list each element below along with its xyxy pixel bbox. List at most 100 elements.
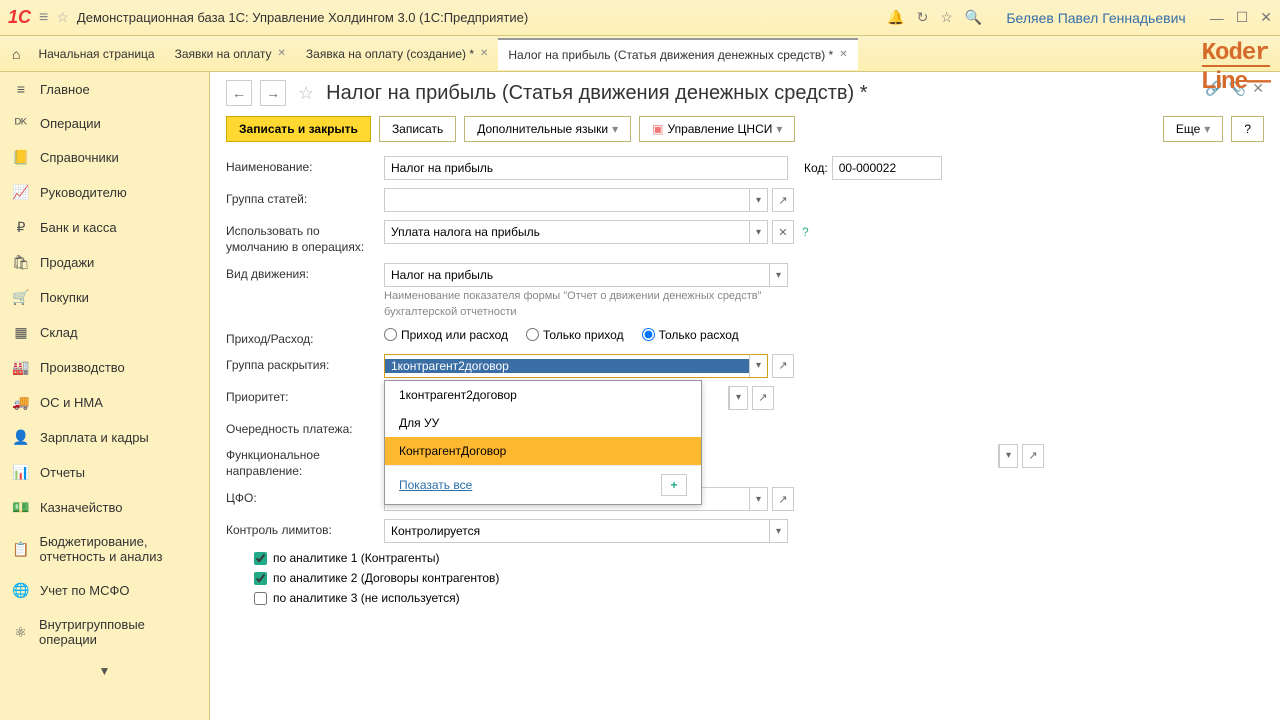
brand-watermark: KoderLine— xyxy=(1202,40,1270,96)
cfo-label: ЦФО: xyxy=(226,487,384,505)
nav-back[interactable]: ← xyxy=(226,80,252,106)
clipboard-icon: 📋 xyxy=(12,541,29,558)
maximize-icon[interactable]: ☐ xyxy=(1236,9,1249,26)
limit-label: Контроль лимитов: xyxy=(226,519,384,537)
code-input[interactable] xyxy=(832,156,942,180)
sidebar-item-operations[interactable]: ᴰᴷОперации xyxy=(0,106,209,140)
open-ref-button[interactable]: ↗ xyxy=(772,487,794,511)
tab-requests[interactable]: Заявки на оплату✕ xyxy=(165,39,296,69)
sidebar-item-treasury[interactable]: 💵Казначейство xyxy=(0,490,209,525)
sidebar-item-hr[interactable]: 👤Зарплата и кадры xyxy=(0,420,209,455)
history-icon[interactable]: ↻ xyxy=(917,9,929,26)
favorite-toggle[interactable]: ☆ xyxy=(298,83,314,104)
languages-button[interactable]: Дополнительные языки xyxy=(464,116,631,142)
flow-label: Приход/Расход: xyxy=(226,328,384,346)
chevron-down-icon[interactable]: ▾ xyxy=(749,221,767,243)
sidebar-item-main[interactable]: ≡Главное xyxy=(0,72,209,106)
favorite-icon[interactable]: ☆ xyxy=(940,9,953,26)
chevron-down-icon[interactable]: ▾ xyxy=(769,520,787,542)
star-icon[interactable]: ☆ xyxy=(56,9,69,26)
sidebar-item-budgeting[interactable]: 📋Бюджетирование, отчетность и анализ xyxy=(0,525,209,573)
open-ref-button[interactable]: ↗ xyxy=(752,386,774,410)
app-logo: 1С xyxy=(8,7,31,28)
sidebar-item-manager[interactable]: 📈Руководителю xyxy=(0,175,209,210)
bell-icon[interactable]: 🔔 xyxy=(887,9,904,26)
group-select[interactable]: ▾ xyxy=(384,188,768,212)
grid-icon: ▦ xyxy=(12,324,30,341)
titlebar: 1С ≡ ☆ Демонстрационная база 1С: Управле… xyxy=(0,0,1280,36)
dropdown-item[interactable]: 1контрагент2договор xyxy=(385,381,701,409)
show-all-link[interactable]: Показать все xyxy=(399,478,472,492)
tab-home[interactable]: Начальная страница xyxy=(28,39,164,69)
tab-request-create[interactable]: Заявка на оплату (создание) *✕ xyxy=(296,39,498,69)
page-title: Налог на прибыль (Статья движения денежн… xyxy=(326,82,867,105)
dropdown-item[interactable]: Для УУ xyxy=(385,409,701,437)
menu-icon: ≡ xyxy=(12,81,30,97)
open-ref-button[interactable]: ↗ xyxy=(1022,444,1044,468)
usage-select[interactable]: Уплата налога на прибыль▾ xyxy=(384,220,768,244)
analytics-3[interactable]: по аналитике 3 (не используется) xyxy=(254,591,1264,605)
usage-label: Использовать по умолчанию в операциях: xyxy=(226,220,384,255)
chart-icon: 📈 xyxy=(12,184,30,201)
sidebar-item-bank[interactable]: ₽Банк и касса xyxy=(0,210,209,245)
payment-order-label: Очередность платежа: xyxy=(226,418,384,436)
cart-icon: 🛒 xyxy=(12,289,30,306)
radio-expense[interactable]: Только расход xyxy=(642,328,739,342)
sidebar-item-sales[interactable]: 🛍Продажи xyxy=(0,245,209,280)
tab-profit-tax[interactable]: Налог на прибыль (Статья движения денежн… xyxy=(498,38,857,70)
sidebar-item-reports[interactable]: 📊Отчеты xyxy=(0,455,209,490)
tabbar: ⌂ Начальная страница Заявки на оплату✕ З… xyxy=(0,36,1280,72)
save-button[interactable]: Записать xyxy=(379,116,456,142)
sidebar-item-intragroup[interactable]: ⚛Внутригрупповые операции xyxy=(0,608,209,656)
chevron-down-icon[interactable]: ▾ xyxy=(749,189,767,211)
open-ref-button[interactable]: ↗ xyxy=(772,188,794,212)
close-icon[interactable]: ✕ xyxy=(839,49,847,60)
home-icon[interactable]: ⌂ xyxy=(4,46,28,62)
open-ref-button[interactable]: ↗ xyxy=(772,354,794,378)
close-icon[interactable]: ✕ xyxy=(480,48,488,59)
analytics-2[interactable]: по аналитике 2 (Договоры контрагентов) xyxy=(254,571,1264,585)
atom-icon: ⚛ xyxy=(12,624,29,641)
chevron-down-icon[interactable]: ▾ xyxy=(749,355,767,377)
dropdown-item[interactable]: КонтрагентДоговор xyxy=(385,437,701,465)
name-input[interactable] xyxy=(384,156,788,180)
save-close-button[interactable]: Записать и закрыть xyxy=(226,116,371,142)
sidebar-item-assets[interactable]: 🚚ОС и НМА xyxy=(0,385,209,420)
chevron-down-icon[interactable]: ▾ xyxy=(769,264,787,286)
radio-both[interactable]: Приход или расход xyxy=(384,328,508,342)
movement-label: Вид движения: xyxy=(226,263,384,281)
sidebar-item-ifrs[interactable]: 🌐Учет по МСФО xyxy=(0,573,209,608)
content: ← → ☆ Налог на прибыль (Статья движения … xyxy=(210,72,1280,720)
sidebar-item-production[interactable]: 🏭Производство xyxy=(0,350,209,385)
sidebar-more[interactable]: ▼ xyxy=(0,656,209,686)
menu-icon[interactable]: ≡ xyxy=(39,9,48,27)
add-button[interactable]: + xyxy=(661,474,687,496)
limit-select[interactable]: Контролируется▾ xyxy=(384,519,788,543)
close-icon[interactable]: ✕ xyxy=(278,48,286,59)
cnsi-button[interactable]: ▣ Управление ЦНСИ xyxy=(639,116,795,142)
disclosure-select[interactable]: 1контрагент2договор▾ xyxy=(384,354,768,378)
user-name[interactable]: Беляев Павел Геннадьевич xyxy=(1006,10,1185,26)
more-button[interactable]: Еще xyxy=(1163,116,1223,142)
nav-forward[interactable]: → xyxy=(260,80,286,106)
search-icon[interactable]: 🔍 xyxy=(965,9,982,26)
sidebar-item-warehouse[interactable]: ▦Склад xyxy=(0,315,209,350)
close-icon[interactable]: ✕ xyxy=(1260,9,1272,26)
analytics-1[interactable]: по аналитике 1 (Контрагенты) xyxy=(254,551,1264,565)
book-icon: 📒 xyxy=(12,149,30,166)
flow-radio-group: Приход или расход Только приход Только р… xyxy=(384,328,739,342)
clear-button[interactable]: ✕ xyxy=(772,220,794,244)
sidebar-item-references[interactable]: 📒Справочники xyxy=(0,140,209,175)
sidebar-item-purchases[interactable]: 🛒Покупки xyxy=(0,280,209,315)
globe-icon: 🌐 xyxy=(12,582,30,599)
movement-select[interactable]: Налог на прибыль▾ xyxy=(384,263,788,287)
cash-icon: 💵 xyxy=(12,499,30,516)
radio-income[interactable]: Только приход xyxy=(526,328,624,342)
help-button[interactable]: ? xyxy=(1231,116,1264,142)
minimize-icon[interactable]: — xyxy=(1210,10,1224,26)
window-title: Демонстрационная база 1С: Управление Хол… xyxy=(77,10,887,25)
chevron-down-icon[interactable]: ▾ xyxy=(749,488,767,510)
disclosure-dropdown: 1контрагент2договор Для УУ КонтрагентДог… xyxy=(384,380,702,505)
help-icon[interactable]: ? xyxy=(802,225,809,239)
truck-icon: 🚚 xyxy=(12,394,30,411)
